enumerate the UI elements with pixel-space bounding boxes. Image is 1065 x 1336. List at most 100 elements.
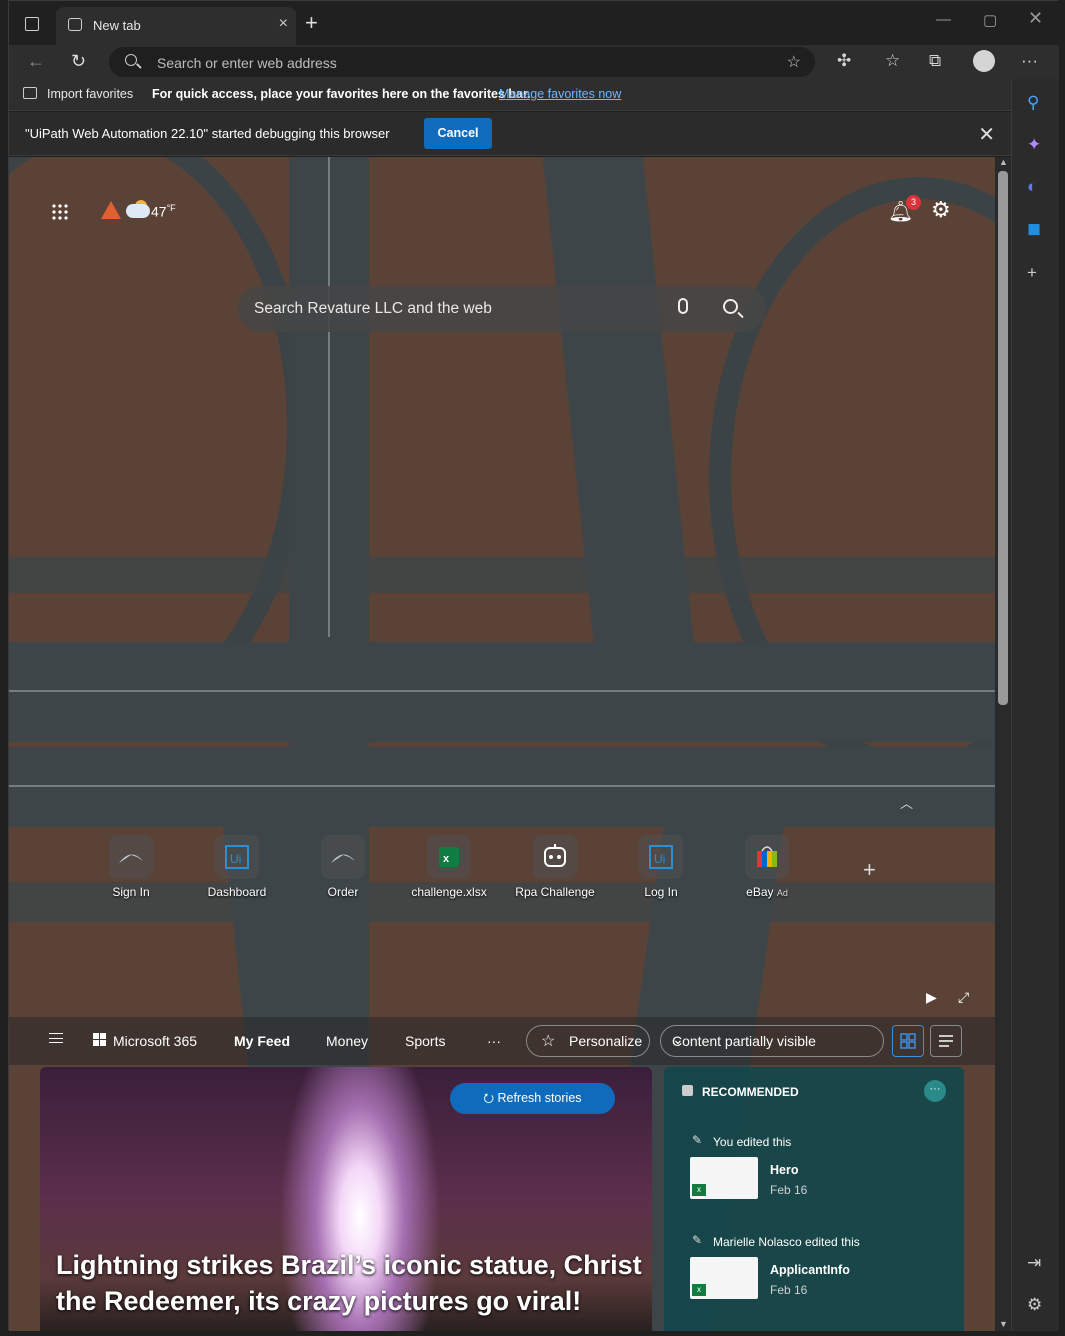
collapse-quick-links-chevron-icon[interactable]: ︿ — [900, 793, 913, 812]
quick-link-label: Log In — [644, 885, 678, 899]
quick-link-label: Rpa Challenge — [515, 885, 595, 899]
favorites-bar-message: For quick access, place your favorites h… — [152, 87, 531, 101]
more-tabs-button[interactable]: ··· — [487, 1033, 501, 1049]
ad-badge: Ad — [776, 888, 788, 898]
expand-background-icon[interactable]: ⤢ — [958, 989, 969, 1006]
feed-navigation: Microsoft 365 My Feed Money Sports ··· ☆… — [9, 1017, 995, 1065]
hero-headline[interactable]: Lightning strikes Brazil’s iconic statue… — [56, 1247, 646, 1319]
pencil-icon: ✎ — [692, 1233, 703, 1247]
minimize-button[interactable]: — — [936, 11, 951, 28]
recommended-activity: You edited this — [713, 1135, 792, 1149]
add-sidebar-app-icon[interactable]: + — [1027, 263, 1037, 283]
excel-icon: x — [692, 1284, 706, 1296]
refresh-stories-button[interactable]: ⭮ Refresh stories — [450, 1083, 615, 1114]
page-scrollbar[interactable]: ▲ ▼ — [995, 157, 1011, 1331]
scroll-up-arrow-icon[interactable]: ▲ — [999, 157, 1008, 167]
microsoft-logo-icon — [93, 1033, 106, 1046]
play-background-icon[interactable]: ▶ — [926, 989, 937, 1006]
notification-count-badge: 3 — [906, 195, 921, 210]
quick-link-challenge-xlsx[interactable]: x challenge.xlsx — [401, 835, 497, 899]
add-favorite-icon[interactable]: ☆ — [787, 52, 801, 72]
pencil-icon: ✎ — [692, 1133, 703, 1147]
quick-link-rpa-challenge[interactable]: Rpa Challenge — [507, 835, 603, 899]
tab-my-feed[interactable]: My Feed — [234, 1033, 290, 1049]
tab-microsoft-365[interactable]: Microsoft 365 — [113, 1033, 197, 1049]
hero-story-card[interactable]: ⭮ Refresh stories Lightning strikes Braz… — [40, 1067, 652, 1331]
chevron-down-icon: ⌄ — [672, 1031, 684, 1047]
recommended-title: RECOMMENDED — [702, 1085, 799, 1099]
tab-title: New tab — [93, 18, 141, 33]
tab-new-tab[interactable]: New tab × — [56, 7, 296, 45]
robot-icon — [533, 835, 577, 879]
background-lane-line — [9, 690, 995, 692]
quick-link-sign-in[interactable]: Sign In — [83, 835, 179, 899]
debugging-infobar: "UiPath Web Automation 22.10" started de… — [9, 112, 1011, 156]
close-window-button[interactable]: ✕ — [1028, 8, 1043, 29]
sidebar-search-icon[interactable]: ⚲ — [1027, 93, 1039, 113]
quick-link-dashboard[interactable]: Ui Dashboard — [189, 835, 285, 899]
personalize-button[interactable]: ☆ Personalize — [526, 1025, 650, 1057]
tab-sports[interactable]: Sports — [405, 1033, 445, 1049]
favorites-bar: Import favorites For quick access, place… — [9, 79, 1011, 111]
background-overpass — [9, 557, 995, 593]
new-tab-favicon-icon — [68, 18, 82, 31]
background-lane-line — [9, 785, 995, 787]
sidebar-settings-icon[interactable]: ⚙ — [1027, 1295, 1042, 1315]
copilot-icon[interactable]: ✦ — [1027, 135, 1041, 155]
quick-link-label: challenge.xlsx — [411, 885, 487, 899]
web-search-box[interactable]: Search Revature LLC and the web — [238, 286, 766, 332]
sidebar-app-icon[interactable]: ◐ — [1027, 177, 1037, 197]
svg-text:Ui: Ui — [654, 852, 665, 866]
microphone-icon[interactable] — [678, 298, 688, 314]
favorites-icon[interactable]: ☆ — [885, 51, 900, 71]
content-visibility-dropdown[interactable]: Content partially visible ⌄ — [660, 1025, 884, 1057]
list-view-button[interactable] — [930, 1025, 962, 1057]
hide-sidebar-icon[interactable]: ⇥ — [1027, 1253, 1041, 1273]
weather-alert-icon[interactable] — [101, 201, 121, 219]
weather-cloud-icon[interactable] — [126, 204, 150, 218]
quick-link-ebay[interactable]: eBay Ad — [719, 835, 815, 899]
personalize-label: Personalize — [569, 1033, 643, 1049]
scrollbar-thumb[interactable] — [998, 171, 1008, 705]
quick-link-order[interactable]: Order — [295, 835, 391, 899]
browser-window: New tab × + — ▢ ✕ ← ↻ Search or enter we… — [8, 0, 1059, 1331]
outlook-icon[interactable]: ◼ — [1027, 219, 1041, 239]
address-bar[interactable]: Search or enter web address ☆ — [109, 47, 815, 77]
background-lane-line — [328, 157, 330, 637]
recommended-more-button[interactable]: ··· — [924, 1080, 946, 1102]
refresh-button[interactable]: ↻ — [71, 51, 86, 72]
quick-link-label: eBay Ad — [719, 885, 815, 899]
close-tab-icon[interactable]: × — [279, 15, 288, 33]
new-tab-button[interactable]: + — [305, 12, 318, 34]
menu-hamburger-icon[interactable] — [49, 1033, 63, 1043]
edge-sidebar: ⚲ ✦ ◐ ◼ + ⇥ ⚙ — [1011, 79, 1059, 1331]
manage-favorites-link[interactable]: Manage favorites now — [499, 87, 621, 101]
settings-more-icon[interactable]: ··· — [1021, 51, 1038, 71]
refresh-icon: ⭮ — [483, 1091, 498, 1105]
page-settings-gear-icon[interactable]: ⚙ — [931, 197, 951, 223]
add-quick-link-icon[interactable]: + — [863, 857, 876, 883]
tab-money[interactable]: Money — [326, 1033, 368, 1049]
app-launcher-icon[interactable] — [51, 203, 69, 221]
quick-link-log-in[interactable]: Ui Log In — [613, 835, 709, 899]
recommended-file-name: ApplicantInfo — [770, 1263, 850, 1277]
quick-link-label: Order — [327, 885, 359, 899]
maximize-button[interactable]: ▢ — [983, 11, 997, 29]
close-infobar-icon[interactable]: ✕ — [978, 122, 995, 147]
import-favorites-button[interactable]: Import favorites — [47, 87, 133, 101]
back-button[interactable]: ← — [27, 51, 45, 72]
extensions-icon[interactable]: ✣ — [837, 51, 851, 71]
svg-text:Ui: Ui — [230, 852, 241, 866]
search-submit-icon[interactable] — [723, 299, 738, 314]
scroll-down-arrow-icon[interactable]: ▼ — [999, 1319, 1008, 1329]
tab-actions-icon[interactable] — [25, 17, 39, 31]
quick-link-ebay-label: eBay — [746, 885, 774, 899]
import-icon — [23, 87, 37, 99]
profile-avatar[interactable] — [973, 50, 995, 72]
collections-icon[interactable]: ⧉ — [929, 51, 941, 71]
grid-view-button[interactable] — [892, 1025, 924, 1057]
cancel-debugging-button[interactable]: Cancel — [424, 118, 492, 149]
address-placeholder: Search or enter web address — [157, 55, 337, 71]
recommended-panel: RECOMMENDED ··· ✎ You edited this x Hero… — [664, 1067, 964, 1331]
weather-temperature[interactable]: 47°F — [151, 203, 176, 220]
